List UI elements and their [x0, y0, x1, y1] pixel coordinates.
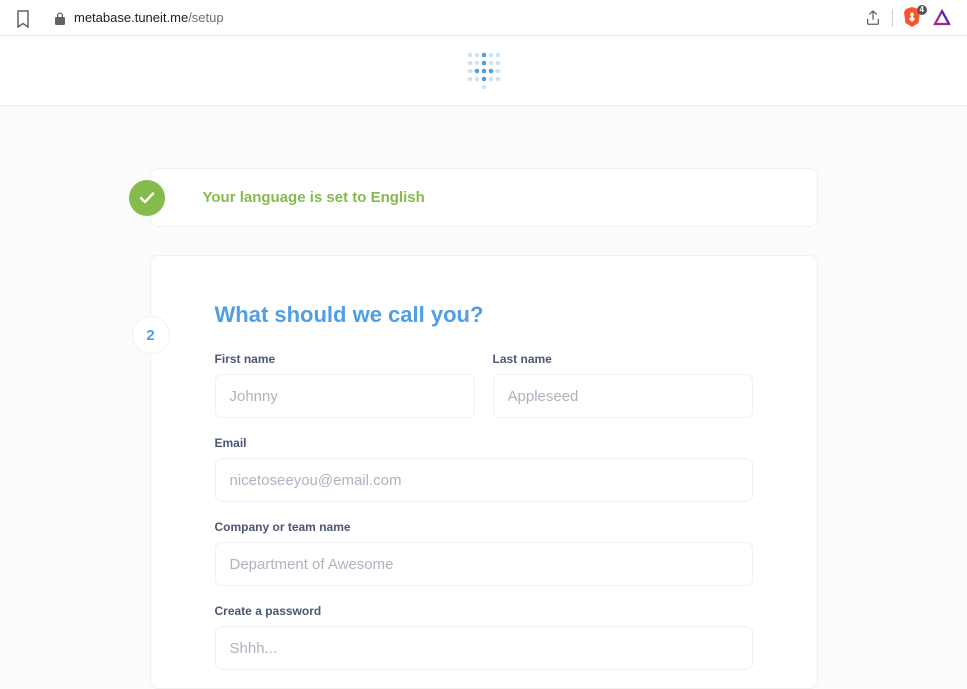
company-input[interactable] — [215, 542, 753, 586]
bookmark-icon[interactable] — [16, 10, 30, 26]
divider-icon — [892, 9, 893, 27]
company-field: Company or team name — [215, 520, 753, 586]
triangle-icon[interactable] — [933, 9, 951, 27]
url-bar[interactable]: metabase.tuneit.me/setup — [44, 4, 864, 32]
email-input[interactable] — [215, 458, 753, 502]
first-name-label: First name — [215, 352, 475, 366]
last-name-label: Last name — [493, 352, 753, 366]
share-icon[interactable] — [864, 9, 882, 27]
setup-content: Your language is set to English 2 What s… — [0, 106, 967, 689]
browser-right-icons: 4 — [864, 7, 951, 29]
metabase-logo-icon — [463, 50, 505, 92]
language-message: Your language is set to English — [203, 189, 425, 206]
password-field: Create a password — [215, 604, 753, 670]
email-field: Email — [215, 436, 753, 502]
last-name-input[interactable] — [493, 374, 753, 418]
password-input[interactable] — [215, 626, 753, 670]
logo-area — [0, 36, 967, 106]
brave-shield-icon[interactable]: 4 — [903, 7, 923, 29]
first-name-field: First name — [215, 352, 475, 418]
check-badge-icon — [129, 180, 165, 216]
company-label: Company or team name — [215, 520, 753, 534]
language-card[interactable]: Your language is set to English — [150, 168, 818, 227]
email-label: Email — [215, 436, 753, 450]
brave-badge: 4 — [917, 5, 927, 15]
last-name-field: Last name — [493, 352, 753, 418]
first-name-input[interactable] — [215, 374, 475, 418]
url-text: metabase.tuneit.me/setup — [74, 10, 224, 25]
password-label: Create a password — [215, 604, 753, 618]
user-setup-card: 2 What should we call you? First name La… — [150, 255, 818, 689]
step-number-badge: 2 — [132, 316, 170, 354]
form-title: What should we call you? — [215, 302, 753, 328]
browser-bar: metabase.tuneit.me/setup 4 — [0, 0, 967, 36]
lock-icon — [54, 12, 66, 24]
